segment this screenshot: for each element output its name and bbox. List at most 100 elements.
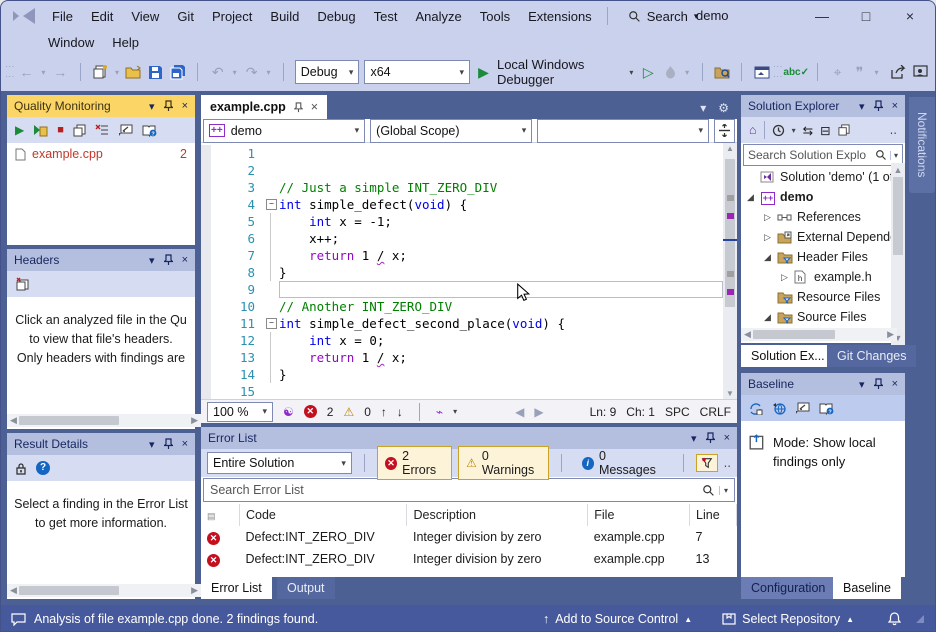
help-book-icon[interactable]: ? xyxy=(142,124,157,137)
tab-baseline[interactable]: Baseline xyxy=(833,577,901,599)
chevron-down-icon[interactable]: ▾ xyxy=(149,100,155,113)
add-to-source-control-button[interactable]: ↑ Add to Source Control ▲ xyxy=(543,612,692,626)
code-line[interactable]: 13 return 1 / x; xyxy=(201,349,723,366)
save-all-icon[interactable] xyxy=(169,62,186,82)
start-debug-icon[interactable]: ▶ xyxy=(475,62,492,82)
error-count[interactable]: 2 xyxy=(327,405,334,419)
zoom-combo[interactable]: 100 %▾ xyxy=(207,402,273,422)
menu-item-extensions[interactable]: Extensions xyxy=(519,6,601,27)
pin-icon[interactable] xyxy=(874,100,883,112)
open-folder-icon[interactable] xyxy=(125,62,142,82)
column-indicator[interactable]: Ch: 1 xyxy=(626,405,655,419)
select-repository-button[interactable]: Select Repository ▲ xyxy=(722,612,854,626)
column-header-line[interactable]: Line xyxy=(690,504,737,526)
close-icon[interactable]: × xyxy=(182,100,188,112)
scroll-up-icon[interactable]: ▲ xyxy=(894,165,903,175)
stop-analysis-icon[interactable]: ■ xyxy=(57,124,64,136)
tree-item-resource-files[interactable]: Resource Files xyxy=(741,287,905,307)
fold-collapse-icon[interactable]: − xyxy=(266,199,277,210)
code-line[interactable]: 8} xyxy=(201,264,723,281)
menu-item-tools[interactable]: Tools xyxy=(471,6,519,27)
member-dropdown[interactable]: ▾ xyxy=(537,119,709,143)
menu-item-git[interactable]: Git xyxy=(168,6,203,27)
error-table-header[interactable]: ▤CodeDescriptionFileLine xyxy=(201,504,737,526)
filter-button[interactable] xyxy=(696,454,718,472)
pin-icon[interactable] xyxy=(164,100,173,112)
menu-item-test[interactable]: Test xyxy=(365,6,407,27)
expanded-arrow-icon[interactable]: ◢ xyxy=(762,252,773,263)
tab-output[interactable]: Output xyxy=(277,577,335,599)
code-line[interactable]: 7 return 1 / x; xyxy=(201,247,723,264)
scrollbar-thumb[interactable] xyxy=(753,330,835,339)
prev-issue-icon[interactable]: ↑ xyxy=(381,405,387,419)
tab-error-list[interactable]: Error List xyxy=(201,577,272,599)
next-issue-icon[interactable]: ↓ xyxy=(397,405,403,419)
tab-example-cpp[interactable]: example.cpp × xyxy=(201,95,327,119)
close-icon[interactable]: × xyxy=(182,254,188,266)
error-row[interactable]: ✕Defect:INT_ZERO_DIVInteger division by … xyxy=(201,548,737,570)
navigate-back-icon[interactable]: ← xyxy=(18,62,35,82)
scrollbar-thumb[interactable] xyxy=(19,586,119,595)
severity-column-header[interactable]: ▤ xyxy=(201,504,240,526)
toolbar-overflow-icon[interactable]: ‥ xyxy=(890,124,897,137)
hot-reload-dropdown-icon[interactable]: ▾ xyxy=(684,62,691,82)
scroll-right-icon[interactable]: ▶ xyxy=(191,585,198,596)
tree-item-external-dependencies[interactable]: ▷External Dependencies xyxy=(741,227,905,247)
quality-monitoring-titlebar[interactable]: Quality Monitoring ▾ × xyxy=(7,95,195,117)
start-without-debug-icon[interactable]: ▷ xyxy=(640,62,657,82)
scroll-left-icon[interactable]: ◀ xyxy=(10,415,17,426)
tab-scroll-right-icon[interactable]: ▶ xyxy=(534,405,543,419)
project-dropdown[interactable]: ++ demo▾ xyxy=(203,119,365,143)
hot-reload-icon[interactable] xyxy=(662,62,679,82)
column-header-code[interactable]: Code xyxy=(240,504,407,526)
lock-icon[interactable] xyxy=(15,462,27,475)
horizontal-scrollbar[interactable]: ◀ ▶ xyxy=(7,414,201,427)
save-icon[interactable] xyxy=(147,62,164,82)
comment-dropdown-icon[interactable]: ▾ xyxy=(873,62,880,82)
result-details-titlebar[interactable]: Result Details ▾ × xyxy=(7,433,195,455)
copy-results-icon[interactable] xyxy=(73,124,86,137)
pending-dropdown-icon[interactable]: ▾ xyxy=(792,126,796,135)
scrollbar-thumb[interactable] xyxy=(19,416,119,425)
menu-item-window[interactable]: Window xyxy=(39,32,103,53)
code-cleanup-icon[interactable]: ⌁ xyxy=(436,405,443,419)
intellisense-mode-icon[interactable]: ☯ xyxy=(283,405,294,419)
code-line[interactable]: 5 int x = -1; xyxy=(201,213,723,230)
undo-icon[interactable]: ↶ xyxy=(209,62,226,82)
bell-icon[interactable] xyxy=(888,612,901,626)
code-line[interactable]: 15 xyxy=(201,383,723,399)
tab-configuration[interactable]: Configuration xyxy=(741,577,835,599)
refresh-baseline-icon[interactable] xyxy=(749,402,763,415)
toolbar-grip-2[interactable]: ⋮⋮ xyxy=(775,62,781,82)
error-row[interactable]: ✕Defect:INT_ZERO_DIVInteger division by … xyxy=(201,526,737,548)
search-dropdown-icon[interactable]: ▾ xyxy=(719,486,728,495)
menu-item-debug[interactable]: Debug xyxy=(308,6,364,27)
scroll-up-icon[interactable]: ▲ xyxy=(726,144,734,153)
resize-grip[interactable] xyxy=(915,614,925,624)
collapse-all-icon[interactable]: ⊟ xyxy=(820,123,830,138)
chevron-down-icon[interactable]: ▾ xyxy=(859,100,865,113)
expanded-arrow-icon[interactable]: ◢ xyxy=(762,312,773,323)
home-window-icon[interactable] xyxy=(753,62,770,82)
column-header-description[interactable]: Description xyxy=(407,504,588,526)
horizontal-scrollbar[interactable]: ◀ ▶ xyxy=(7,584,201,597)
search-control[interactable]: Search ▾ xyxy=(628,9,699,24)
close-icon[interactable]: × xyxy=(182,438,188,450)
code-line[interactable]: 11−int simple_defect_second_place(void) … xyxy=(201,315,723,332)
menu-item-help[interactable]: Help xyxy=(103,32,148,53)
minimize-icon[interactable]: — xyxy=(813,8,831,24)
maximize-icon[interactable]: □ xyxy=(857,8,875,24)
upload-to-server-icon[interactable] xyxy=(772,402,786,415)
feedback-icon[interactable] xyxy=(912,62,929,82)
platform-combo[interactable]: x64▾ xyxy=(364,60,470,84)
scroll-down-icon[interactable]: ▼ xyxy=(726,389,734,398)
line-indicator[interactable]: Ln: 9 xyxy=(590,405,617,419)
warnings-filter-button[interactable]: ⚠ 0 Warnings xyxy=(458,446,549,480)
clear-headers-icon[interactable] xyxy=(15,277,30,291)
new-dropdown-icon[interactable]: ▾ xyxy=(114,62,121,82)
tab-git-changes[interactable]: Git Changes xyxy=(827,345,916,367)
run-target-label[interactable]: Local Windows Debugger xyxy=(497,57,623,87)
code-line[interactable]: 1 xyxy=(201,145,723,162)
editor-vertical-scrollbar[interactable]: ▲ ▼ xyxy=(723,143,737,399)
vertical-scrollbar[interactable]: ▲ ▼ xyxy=(891,163,905,345)
